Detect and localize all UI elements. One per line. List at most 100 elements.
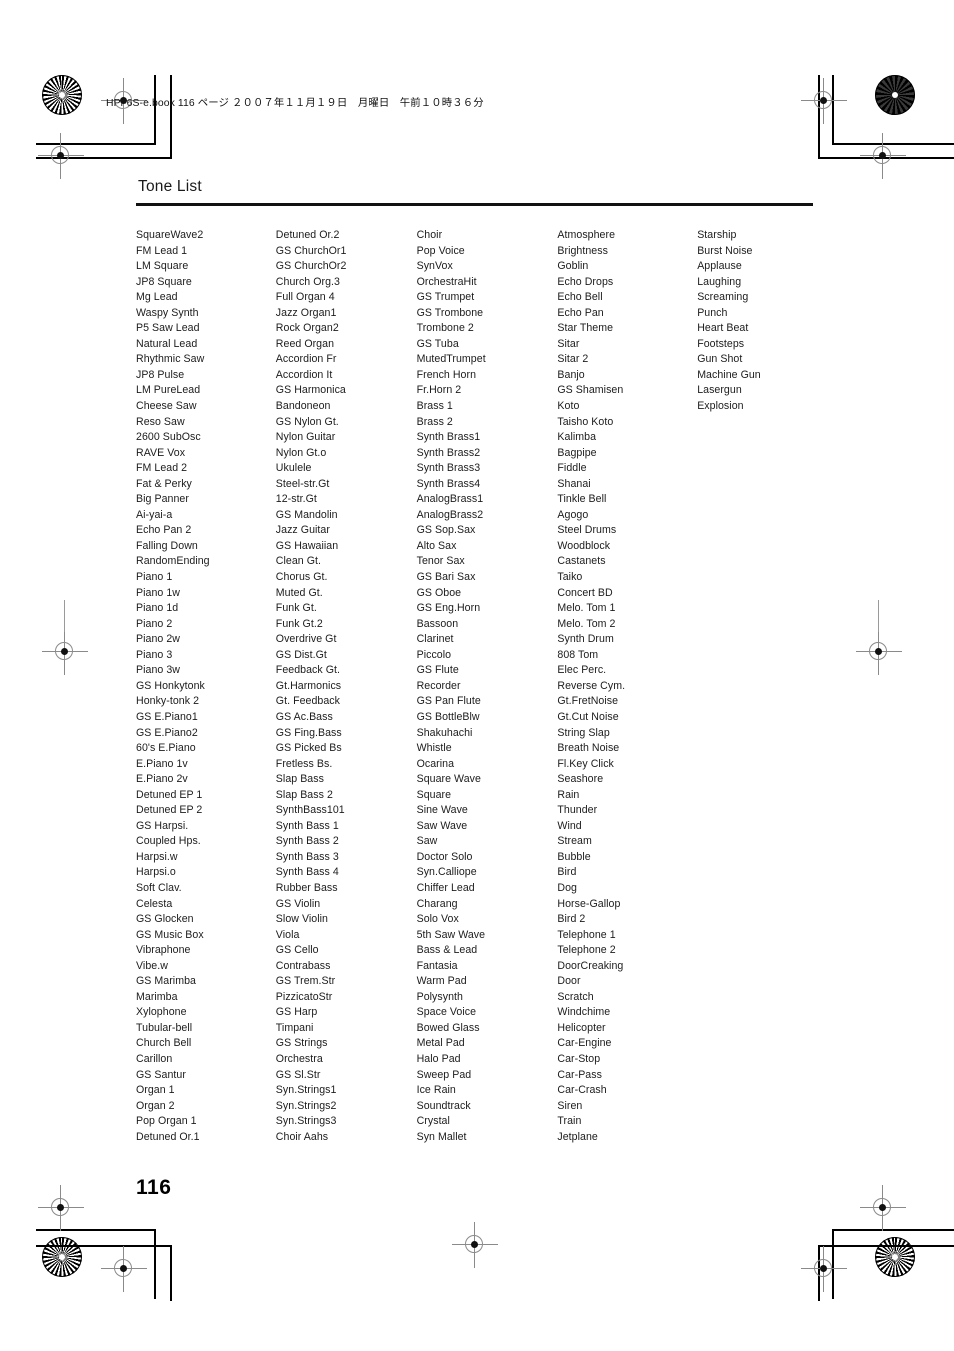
tone-item: Vibe.w	[136, 959, 168, 972]
tone-item: Space Voice	[416, 1006, 477, 1019]
tone-item: GS Music Box	[136, 928, 204, 941]
tone-item: Overdrive Gt	[275, 633, 337, 646]
tone-item: LM Square	[136, 260, 189, 273]
tone-item: Fat & Perky	[136, 477, 192, 490]
page-title: Tone List	[138, 178, 202, 195]
tone-item: Accordion Fr	[275, 353, 337, 366]
tone-item: Helicopter	[557, 1021, 606, 1034]
tone-item: GS Strings	[275, 1037, 328, 1050]
tone-item: GS E.Piano2	[136, 726, 198, 739]
tone-item: Door	[557, 975, 581, 988]
tone-item: Agogo	[557, 508, 589, 521]
tone-item: GS Marimba	[136, 975, 196, 988]
tone-item: Piano 1d	[136, 602, 179, 615]
tone-item: GS Cello	[275, 944, 319, 957]
tone-item: Detuned EP 1	[136, 788, 203, 801]
tone-item: Square Wave	[416, 773, 481, 786]
tone-item: Breath Noise	[557, 742, 620, 755]
tone-item: Muted Gt.	[275, 586, 323, 599]
tone-item: Taisho Koto	[557, 415, 614, 428]
tone-item: Alto Sax	[416, 539, 457, 552]
tone-item: Sine Wave	[416, 804, 468, 817]
tone-item: Ocarina	[416, 757, 455, 770]
tone-item: Piano 3	[136, 648, 173, 661]
tone-item: Timpani	[275, 1021, 314, 1034]
tone-item: Bird 2	[557, 913, 586, 926]
tone-item: Slow Violin	[275, 913, 328, 926]
tone-column-4: Atmosphere Brightness Goblin Echo Drops …	[557, 228, 697, 1145]
tone-item: Rubber Bass	[275, 881, 338, 894]
tone-item: Crystal	[416, 1115, 450, 1128]
tone-item: Melo. Tom 1	[557, 602, 616, 615]
tone-item: Tubular-bell	[136, 1021, 193, 1034]
tone-item: Big Panner	[136, 493, 189, 506]
tone-item: Jetplane	[557, 1130, 598, 1143]
tone-item: Train	[557, 1115, 582, 1128]
tone-item: Steel-str.Gt	[275, 477, 330, 490]
tone-item: Synth Brass4	[416, 477, 481, 490]
tone-item: Explosion	[697, 400, 744, 413]
registration-mark-bottom-center	[452, 1222, 498, 1268]
tone-item: Banjo	[557, 368, 585, 381]
tone-item: Nylon Guitar	[275, 431, 336, 444]
tone-item: Fr.Horn 2	[416, 384, 462, 397]
registration-mark-top-right-a	[860, 133, 906, 179]
tone-item: Piano 1w	[136, 586, 180, 599]
tone-item: GS Santur	[136, 1068, 186, 1081]
tone-item: GS Nylon Gt.	[275, 415, 339, 428]
tone-item: Whistle	[416, 742, 452, 755]
tone-item: Piano 2w	[136, 633, 180, 646]
tone-item: Funk Gt.2	[275, 617, 323, 630]
registration-mark-bottom-left-b	[101, 1246, 147, 1292]
edge-guide-left-center	[64, 600, 65, 632]
tone-item: Piano 3w	[136, 664, 180, 677]
tone-item: GS Dist.Gt	[275, 648, 327, 661]
tone-item: Gt.Harmonics	[275, 679, 342, 692]
tone-item: E.Piano 1v	[136, 757, 188, 770]
tone-item: Square	[416, 788, 452, 801]
tone-item: Echo Pan 2	[136, 524, 192, 537]
tone-item: GS ChurchOr2	[275, 260, 347, 273]
tone-item: Horse-Gallop	[557, 897, 621, 910]
tone-item: GS BottleBlw	[416, 710, 480, 723]
tone-item: GS Hawaiian	[275, 539, 339, 552]
tone-item: Clarinet	[416, 633, 454, 646]
tone-item: Chorus Gt.	[275, 571, 328, 584]
tone-item: Screaming	[697, 291, 749, 304]
tone-item: Applause	[697, 260, 742, 273]
tone-item: Vibraphone	[136, 944, 191, 957]
tone-item: Pop Organ 1	[136, 1115, 197, 1128]
tone-item: Viola	[275, 928, 300, 941]
tone-item: 2600 SubOsc	[136, 431, 201, 444]
tone-column-5: Starship Burst Noise Applause Laughing S…	[697, 228, 836, 415]
tone-item: Sweep Pad	[416, 1068, 472, 1081]
tone-item: Piano 1	[136, 571, 173, 584]
tone-item: Bassoon	[416, 617, 459, 630]
tone-item: GS Harpsi.	[136, 819, 189, 832]
registration-mark-bottom-right-b	[801, 1246, 847, 1292]
title-rule	[136, 203, 813, 206]
tone-item: RAVE Vox	[136, 446, 186, 459]
tone-item: GS Harmonica	[275, 384, 346, 397]
tone-item: Taiko	[557, 571, 583, 584]
tone-item: Laughing	[697, 275, 742, 288]
tone-item: Lasergun	[697, 384, 742, 397]
tone-item: Dog	[557, 881, 577, 894]
tone-item: GS Eng.Horn	[416, 602, 481, 615]
tone-item: Warm Pad	[416, 975, 467, 988]
tone-item: Soundtrack	[416, 1099, 471, 1112]
halftone-star-target-top-left	[42, 75, 82, 115]
tone-item: Choir Aahs	[275, 1130, 329, 1143]
tone-item: Reed Organ	[275, 337, 335, 350]
tone-item: Mg Lead	[136, 291, 178, 304]
tone-item: RandomEnding	[136, 555, 210, 568]
tone-item: GS Honkytonk	[136, 679, 205, 692]
tone-item: Waspy Synth	[136, 306, 199, 319]
tone-item: Brightness	[557, 244, 608, 257]
tone-item: Soft Clav.	[136, 881, 182, 894]
tone-item: Brass 2	[416, 415, 453, 428]
tone-item: Brass 1	[416, 400, 453, 413]
tone-item: Piccolo	[416, 648, 452, 661]
tone-item: Fretless Bs.	[275, 757, 333, 770]
tone-item: Bagpipe	[557, 446, 597, 459]
